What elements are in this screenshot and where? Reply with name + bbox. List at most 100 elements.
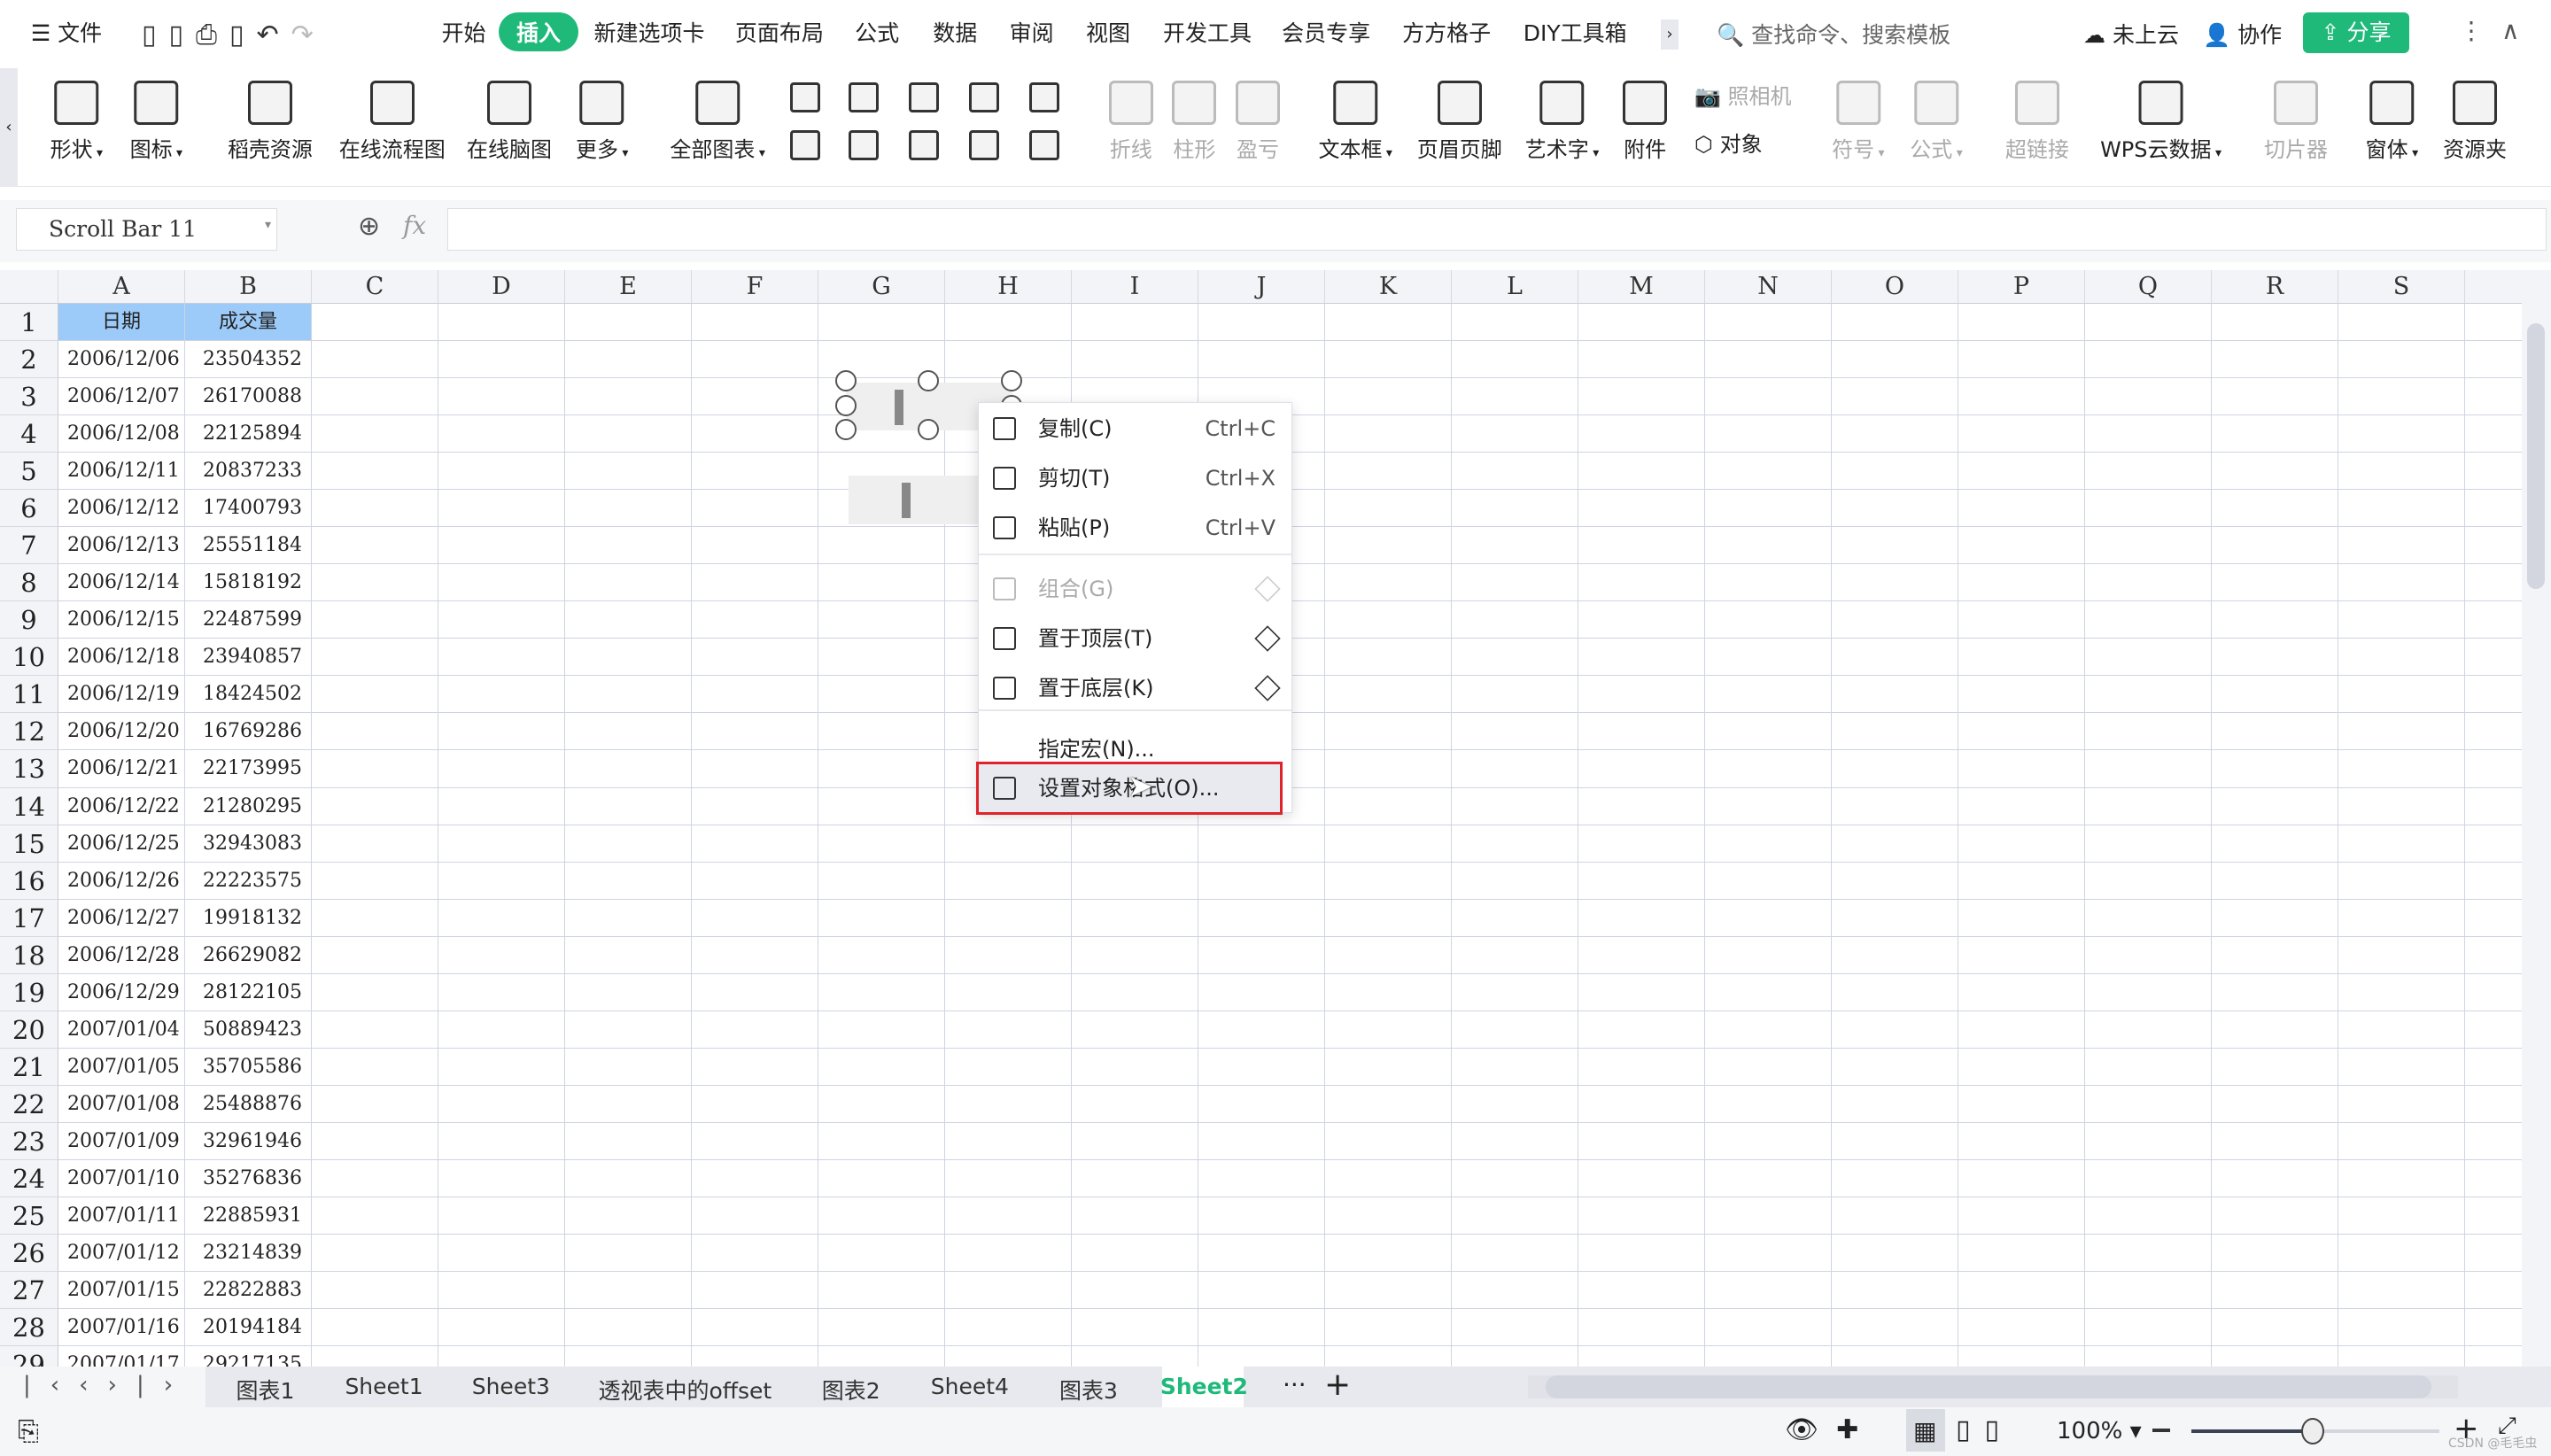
cell[interactable] [818, 676, 945, 714]
cell[interactable]: 2006/12/28 [58, 936, 185, 974]
resize-handle[interactable] [918, 370, 939, 391]
cell[interactable]: 2007/01/05 [58, 1048, 185, 1086]
cell[interactable] [1452, 490, 1578, 528]
tab-10[interactable]: 方方格子 [1402, 16, 1491, 48]
cell[interactable] [1198, 304, 1325, 342]
cell[interactable] [2465, 1309, 2522, 1347]
ribbon-omega-button[interactable]: 符号 ▾ [1832, 81, 1885, 163]
cell[interactable] [2085, 936, 2212, 974]
cell[interactable] [1325, 750, 1452, 788]
cell[interactable] [692, 1272, 818, 1310]
cell[interactable] [2465, 564, 2522, 602]
cell[interactable] [1198, 825, 1325, 863]
cell[interactable]: 2006/12/14 [58, 564, 185, 602]
resize-handle[interactable] [835, 419, 857, 440]
menu-item-3[interactable]: 组合(G) [979, 565, 1291, 613]
cell[interactable] [1705, 564, 1832, 602]
tab-9[interactable]: 会员专享 [1282, 16, 1370, 48]
cell[interactable] [818, 1235, 945, 1273]
cell[interactable] [2338, 639, 2465, 677]
chart-type-icon[interactable] [849, 130, 880, 160]
cell[interactable]: 2006/12/25 [58, 825, 185, 863]
cell[interactable]: 23940857 [185, 639, 312, 677]
cell[interactable] [1832, 341, 1958, 379]
ribbon-docer-button[interactable]: 稻壳资源 [228, 81, 313, 163]
row-header[interactable]: 16 [0, 862, 58, 900]
chart-type-icon[interactable] [909, 130, 940, 160]
row-header[interactable]: 23 [0, 1122, 58, 1160]
cell[interactable] [945, 1159, 1072, 1197]
row-header[interactable]: 3 [0, 378, 58, 416]
cell[interactable] [2085, 713, 2212, 751]
cell[interactable]: 2006/12/21 [58, 750, 185, 788]
tab-0[interactable]: 开始 [442, 16, 486, 48]
cell[interactable] [2465, 453, 2522, 491]
cell[interactable] [2338, 564, 2465, 602]
cell[interactable] [1325, 1309, 1452, 1347]
ribbon-wordart-button[interactable]: 艺术字 ▾ [1525, 81, 1599, 163]
cell[interactable] [1705, 415, 1832, 453]
ribbon-link-button[interactable]: 超链接 [2005, 81, 2069, 163]
column-header-S[interactable]: S [2338, 270, 2465, 304]
cell[interactable] [945, 973, 1072, 1011]
cell[interactable] [1958, 1272, 2085, 1310]
row-header[interactable]: 12 [0, 713, 58, 751]
cell[interactable] [565, 415, 692, 453]
cell[interactable] [1452, 676, 1578, 714]
cell[interactable] [2212, 936, 2338, 974]
cell[interactable] [1705, 825, 1832, 863]
cell[interactable] [1452, 564, 1578, 602]
cell[interactable] [692, 936, 818, 974]
ribbon-form-button[interactable]: 窗体 ▾ [2366, 81, 2418, 163]
cell[interactable] [1325, 1235, 1452, 1273]
cell[interactable]: 2006/12/27 [58, 899, 185, 937]
cell[interactable] [565, 1159, 692, 1197]
file-menu[interactable]: ☰ 文件 [31, 16, 102, 48]
cell[interactable] [818, 1011, 945, 1049]
cell[interactable] [945, 304, 1072, 342]
cell[interactable] [945, 1085, 1072, 1123]
cell[interactable] [1832, 1309, 1958, 1347]
row-header[interactable]: 28 [0, 1309, 58, 1347]
cell[interactable] [2465, 1235, 2522, 1273]
row-header[interactable]: 25 [0, 1197, 58, 1235]
cell[interactable] [2465, 825, 2522, 863]
cell[interactable] [1578, 1048, 1705, 1086]
cell[interactable] [2338, 787, 2465, 825]
cell[interactable] [1198, 341, 1325, 379]
cell[interactable] [945, 1197, 1072, 1235]
cell[interactable] [1072, 936, 1198, 974]
cell[interactable] [2338, 1122, 2465, 1160]
cell[interactable] [2338, 415, 2465, 453]
cell[interactable] [1072, 1197, 1198, 1235]
cell[interactable] [692, 1048, 818, 1086]
cell[interactable] [2085, 1159, 2212, 1197]
sheet-tab-1[interactable]: Sheet1 [345, 1374, 423, 1399]
cell[interactable]: 26629082 [185, 936, 312, 974]
cell[interactable] [1578, 601, 1705, 639]
cell[interactable] [565, 1048, 692, 1086]
ribbon-folder-star-button[interactable]: 资源夹 [2443, 81, 2507, 163]
cell[interactable] [438, 899, 565, 937]
cell[interactable] [1578, 1122, 1705, 1160]
cell[interactable] [2085, 564, 2212, 602]
cell[interactable] [1958, 453, 2085, 491]
zoom-slider[interactable] [2191, 1418, 2439, 1444]
cell[interactable] [1832, 601, 1958, 639]
cell[interactable] [1325, 639, 1452, 677]
cell[interactable] [1452, 601, 1578, 639]
chart-type-icon[interactable] [1029, 82, 1060, 112]
cell[interactable] [1452, 415, 1578, 453]
cell[interactable] [1198, 1122, 1325, 1160]
row-header[interactable]: 2 [0, 341, 58, 379]
cell[interactable] [692, 304, 818, 342]
cell[interactable] [1325, 825, 1452, 863]
cell[interactable]: 32961946 [185, 1122, 312, 1160]
cell[interactable] [312, 1235, 438, 1273]
cell[interactable] [1958, 639, 2085, 677]
column-header-M[interactable]: M [1578, 270, 1705, 304]
cell[interactable] [2212, 1122, 2338, 1160]
cell[interactable] [312, 1011, 438, 1049]
chart-type-icon[interactable] [909, 82, 940, 112]
cell[interactable]: 日期 [58, 304, 185, 342]
